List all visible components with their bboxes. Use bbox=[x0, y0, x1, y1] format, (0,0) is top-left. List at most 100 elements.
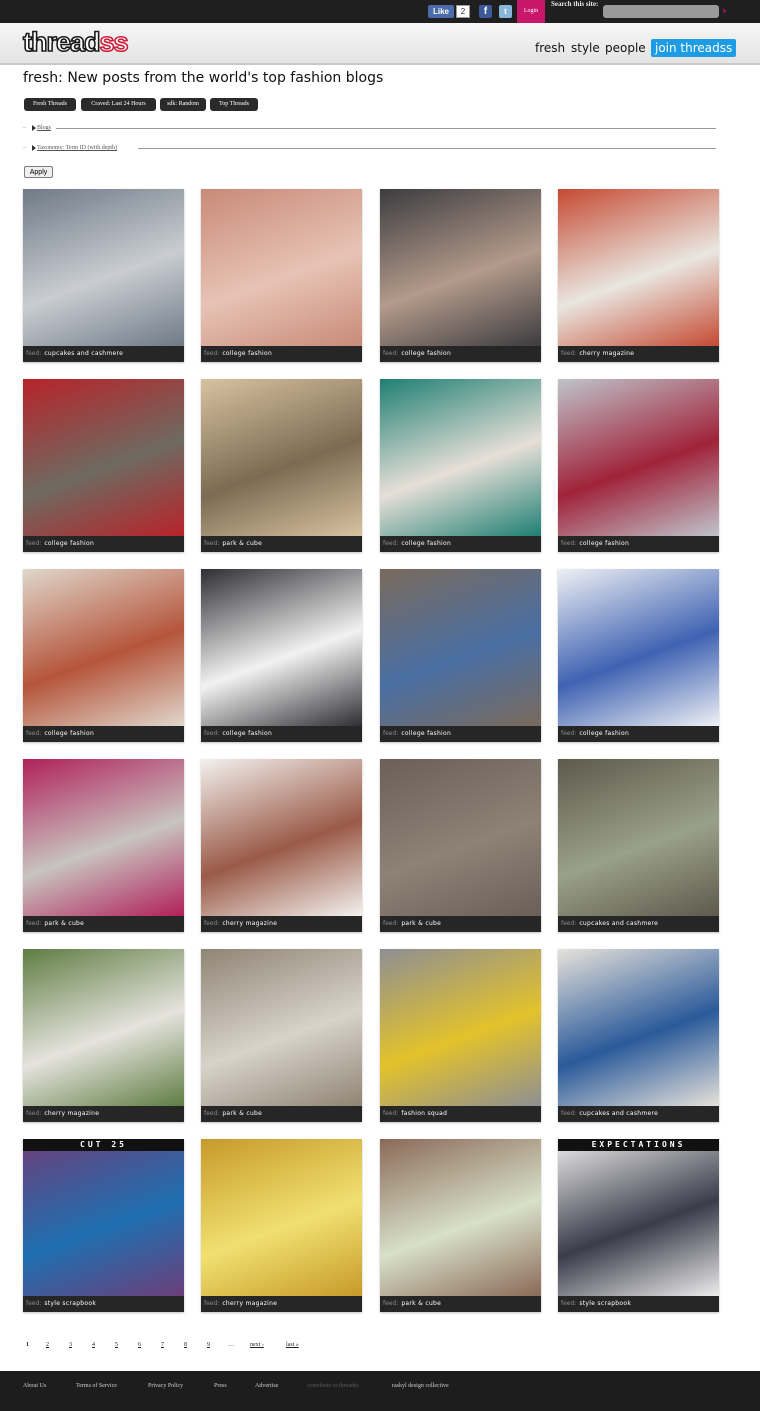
post-photo[interactable] bbox=[201, 379, 362, 536]
post-photo[interactable] bbox=[558, 1139, 719, 1296]
footer-privacy-link[interactable]: Privacy Policy bbox=[148, 1381, 183, 1391]
post-card[interactable]: feed: college fashion bbox=[201, 189, 362, 362]
footer-terms-link[interactable]: Terms of Service bbox=[76, 1381, 117, 1391]
post-photo[interactable] bbox=[558, 759, 719, 916]
feed-source-link[interactable]: cherry magazine bbox=[222, 1300, 277, 1307]
post-card[interactable]: feed: park & cube bbox=[201, 949, 362, 1122]
apply-button[interactable]: Apply bbox=[24, 166, 53, 178]
post-photo[interactable] bbox=[380, 759, 541, 916]
post-card[interactable]: feed: cupcakes and cashmere bbox=[558, 759, 719, 932]
post-card[interactable]: feed: cupcakes and cashmere bbox=[23, 189, 184, 362]
post-card[interactable]: feed: cherry magazine bbox=[201, 759, 362, 932]
post-photo[interactable] bbox=[380, 379, 541, 536]
feed-source-link[interactable]: style scrapbook bbox=[44, 1300, 96, 1307]
feed-source-link[interactable]: cupcakes and cashmere bbox=[579, 920, 658, 927]
footer-about-link[interactable]: About Us bbox=[23, 1381, 46, 1391]
post-photo[interactable] bbox=[201, 189, 362, 346]
page-link[interactable]: 5 bbox=[115, 1340, 118, 1350]
post-card[interactable]: feed: college fashion bbox=[201, 569, 362, 742]
nav-people[interactable]: people bbox=[605, 41, 646, 56]
post-card[interactable]: feed: cherry magazine bbox=[23, 949, 184, 1122]
feed-source-link[interactable]: cherry magazine bbox=[44, 1110, 99, 1117]
post-card[interactable]: feed: park & cube bbox=[201, 379, 362, 552]
twitter-icon[interactable]: t bbox=[499, 5, 512, 18]
page-link[interactable]: 6 bbox=[138, 1340, 141, 1350]
feed-source-link[interactable]: fashion squad bbox=[401, 1110, 447, 1117]
feed-source-link[interactable]: college fashion bbox=[44, 540, 94, 547]
post-photo[interactable] bbox=[23, 379, 184, 536]
post-card[interactable]: feed: college fashion bbox=[558, 569, 719, 742]
post-card[interactable]: feed: park & cube bbox=[380, 759, 541, 932]
feed-source-link[interactable]: cherry magazine bbox=[579, 350, 634, 357]
post-card[interactable]: feed: college fashion bbox=[23, 379, 184, 552]
nav-fresh[interactable]: fresh bbox=[535, 41, 565, 56]
facet-blogs-label[interactable]: Blogs bbox=[37, 123, 51, 133]
post-card[interactable]: feed: college fashion bbox=[380, 379, 541, 552]
feed-source-link[interactable]: college fashion bbox=[401, 350, 451, 357]
footer-contribute-link[interactable]: contribute to threadss bbox=[307, 1381, 359, 1391]
post-photo[interactable] bbox=[23, 189, 184, 346]
facebook-like-button[interactable]: Like bbox=[428, 5, 454, 18]
post-photo[interactable] bbox=[558, 189, 719, 346]
feed-source-link[interactable]: college fashion bbox=[401, 730, 451, 737]
feed-source-link[interactable]: park & cube bbox=[44, 920, 84, 927]
last-page-link[interactable]: last » bbox=[286, 1340, 299, 1350]
feed-source-link[interactable]: park & cube bbox=[222, 540, 262, 547]
post-photo[interactable] bbox=[201, 569, 362, 726]
post-photo[interactable] bbox=[23, 759, 184, 916]
post-photo[interactable] bbox=[380, 569, 541, 726]
footer-advertise-link[interactable]: Advertise bbox=[255, 1381, 278, 1391]
page-link[interactable]: 8 bbox=[184, 1340, 187, 1350]
filter-sdk-random[interactable]: sdk: Random bbox=[160, 98, 206, 111]
post-photo[interactable] bbox=[380, 949, 541, 1106]
feed-source-link[interactable]: style scrapbook bbox=[579, 1300, 631, 1307]
post-photo[interactable] bbox=[380, 1139, 541, 1296]
post-card[interactable]: EXPECTATIONS feed: style scrapbook bbox=[558, 1139, 719, 1312]
post-card[interactable]: feed: cherry magazine bbox=[201, 1139, 362, 1312]
feed-source-link[interactable]: college fashion bbox=[44, 730, 94, 737]
feed-source-link[interactable]: park & cube bbox=[401, 1300, 441, 1307]
facebook-icon[interactable]: f bbox=[479, 5, 492, 18]
post-card[interactable]: feed: fashion squad bbox=[380, 949, 541, 1122]
feed-source-link[interactable]: park & cube bbox=[222, 1110, 262, 1117]
post-photo[interactable] bbox=[23, 1139, 184, 1296]
feed-source-link[interactable]: college fashion bbox=[579, 540, 629, 547]
post-card[interactable]: feed: college fashion bbox=[23, 569, 184, 742]
page-link[interactable]: 7 bbox=[161, 1340, 164, 1350]
post-photo[interactable] bbox=[380, 189, 541, 346]
feed-source-link[interactable]: college fashion bbox=[401, 540, 451, 547]
search-submit-arrow-icon[interactable]: › bbox=[722, 4, 727, 18]
post-card[interactable]: feed: park & cube bbox=[380, 1139, 541, 1312]
post-photo[interactable] bbox=[23, 569, 184, 726]
join-threadss-button[interactable]: join threadss bbox=[651, 39, 737, 57]
post-card[interactable]: feed: college fashion bbox=[558, 379, 719, 552]
post-card[interactable]: feed: college fashion bbox=[380, 569, 541, 742]
post-photo[interactable] bbox=[201, 759, 362, 916]
page-link[interactable]: 3 bbox=[69, 1340, 72, 1350]
post-card[interactable]: feed: cherry magazine bbox=[558, 189, 719, 362]
post-card[interactable]: feed: cupcakes and cashmere bbox=[558, 949, 719, 1122]
search-input[interactable] bbox=[603, 5, 719, 18]
page-link[interactable]: 4 bbox=[92, 1340, 95, 1350]
feed-source-link[interactable]: college fashion bbox=[222, 730, 272, 737]
feed-source-link[interactable]: cherry magazine bbox=[222, 920, 277, 927]
post-photo[interactable] bbox=[23, 949, 184, 1106]
feed-source-link[interactable]: park & cube bbox=[401, 920, 441, 927]
post-card[interactable]: feed: college fashion bbox=[380, 189, 541, 362]
next-page-link[interactable]: next › bbox=[250, 1340, 264, 1350]
page-link[interactable]: 2 bbox=[46, 1340, 49, 1350]
feed-source-link[interactable]: cupcakes and cashmere bbox=[44, 350, 123, 357]
post-photo[interactable] bbox=[201, 949, 362, 1106]
post-card[interactable]: feed: park & cube bbox=[23, 759, 184, 932]
post-photo[interactable] bbox=[558, 379, 719, 536]
filter-top-threads[interactable]: Top Threads bbox=[210, 98, 258, 111]
post-photo[interactable] bbox=[558, 949, 719, 1106]
page-link[interactable]: 9 bbox=[207, 1340, 210, 1350]
feed-source-link[interactable]: college fashion bbox=[579, 730, 629, 737]
post-photo[interactable] bbox=[558, 569, 719, 726]
filter-craved-24h[interactable]: Craved: Last 24 Hours bbox=[81, 98, 156, 111]
post-photo[interactable] bbox=[201, 1139, 362, 1296]
facet-taxonomy-label[interactable]: Taxonomy: Term ID (with depth) bbox=[37, 143, 117, 153]
filter-fresh-threads[interactable]: Fresh Threads bbox=[24, 98, 76, 111]
feed-source-link[interactable]: college fashion bbox=[222, 350, 272, 357]
